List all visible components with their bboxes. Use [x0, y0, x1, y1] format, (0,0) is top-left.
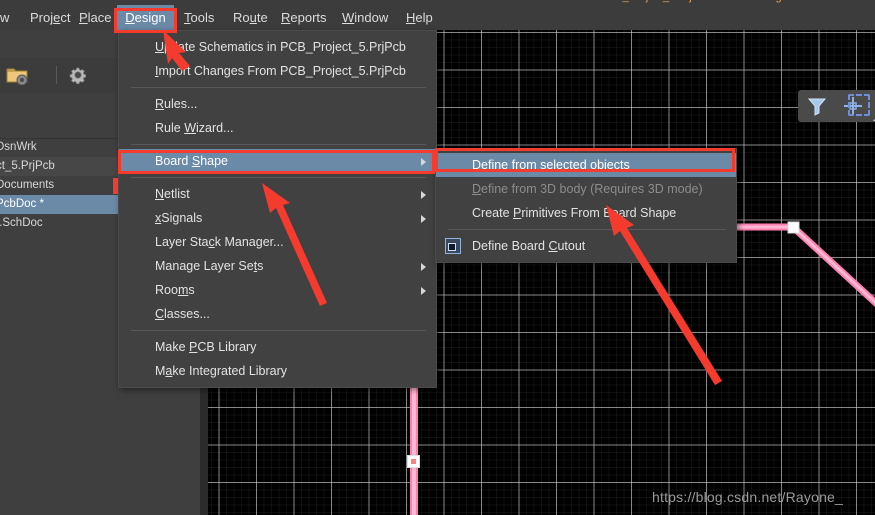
filter-icon[interactable] — [806, 95, 828, 117]
chevron-right-icon — [421, 263, 426, 271]
chevron-right-icon — [421, 191, 426, 199]
annotation-edge-marker — [113, 178, 118, 194]
selection-box-icon[interactable] — [848, 94, 870, 116]
tree-item-dsnwrk[interactable]: DsnWrk — [0, 138, 118, 157]
chevron-right-icon — [421, 158, 426, 166]
menu-separator-4 — [131, 330, 426, 331]
chevron-right-icon — [421, 287, 426, 295]
menu-separator-3 — [131, 177, 426, 178]
menu-item-layer-stack-manager[interactable]: Layer Stack Manager... — [119, 230, 436, 254]
submenu-item-define-from-selected-objects[interactable]: Define from selected objects — [436, 153, 736, 177]
gear-icon[interactable] — [68, 65, 88, 90]
menu-route[interactable]: Route — [227, 5, 274, 30]
design-dropdown-menu: Update Schematics in PCB_Project_5.PrjPc… — [118, 30, 437, 388]
menu-item-netlist[interactable]: Netlist — [119, 182, 436, 206]
menu-reports[interactable]: Reports — [275, 5, 333, 30]
menu-item-import-changes[interactable]: Import Changes From PCB_Project_5.PrjPcb — [119, 59, 436, 83]
chevron-right-icon — [421, 215, 426, 223]
main-menubar: w Project Place Design Tools Route Repor… — [0, 5, 875, 31]
tree-item-pcbdoc[interactable]: PcbDoc * — [0, 195, 118, 214]
watermark-text: https://blog.csdn.net/Rayone_ — [652, 489, 844, 505]
altium-designer-window: PCB_Project_5.PrjPcb - Altium Designer w… — [0, 0, 875, 515]
menu-window[interactable]: Window — [336, 5, 394, 30]
submenu-separator-1 — [448, 229, 726, 230]
menu-place[interactable]: Place — [73, 5, 118, 30]
menu-item-make-pcb-library[interactable]: Make PCB Library — [119, 335, 436, 359]
menu-item-classes[interactable]: Classes... — [119, 302, 436, 326]
menu-separator-2 — [131, 144, 426, 145]
board-shape-submenu: Define from selected objects Define from… — [435, 148, 737, 263]
menu-item-make-integrated-library[interactable]: Make Integrated Library — [119, 359, 436, 383]
menu-item-xsignals[interactable]: xSignals — [119, 206, 436, 230]
submenu-item-define-from-3d-body: Define from 3D body (Requires 3D mode) — [472, 182, 703, 196]
submenu-item-define-board-cutout[interactable]: Define Board Cutout — [436, 234, 736, 258]
tree-item-documents[interactable]: Documents — [0, 176, 118, 195]
project-tree: DsnWrk ct_5.PrjPcb Documents PcbDoc * ].… — [0, 138, 118, 233]
menu-item-update-schematics[interactable]: Update Schematics in PCB_Project_5.PrjPc… — [119, 35, 436, 59]
menu-item-manage-layer-sets[interactable]: Manage Layer Sets — [119, 254, 436, 278]
menu-item-board-shape[interactable]: Board Shape — [119, 149, 436, 173]
menu-help[interactable]: Help — [400, 5, 439, 30]
project-folder-icon[interactable] — [6, 65, 28, 90]
menu-tools[interactable]: Tools — [178, 5, 220, 30]
board-cutout-icon — [445, 238, 461, 254]
toolbar-divider — [56, 66, 57, 84]
pcb-pad-vertical[interactable] — [407, 455, 420, 468]
menu-window-clipped[interactable]: w — [0, 5, 15, 30]
tree-item-prjpcb[interactable]: ct_5.PrjPcb — [0, 157, 118, 176]
menu-project[interactable]: Project — [24, 5, 76, 30]
projects-panel-toolbar — [0, 57, 118, 94]
projects-panel-header-row — [0, 121, 118, 139]
menu-design[interactable]: Design — [117, 5, 174, 30]
menu-item-rules[interactable]: Rules... — [119, 92, 436, 116]
window-title: PCB_Project_5.PrjPcb - Altium Designer — [600, 0, 797, 3]
tree-item-schdoc[interactable]: ].SchDoc — [0, 214, 118, 233]
menu-item-rooms[interactable]: Rooms — [119, 278, 436, 302]
menu-item-rule-wizard[interactable]: Rule Wizard... — [119, 116, 436, 140]
submenu-item-create-primitives-from-board-shape[interactable]: Create Primitives From Board Shape — [436, 201, 736, 225]
projects-panel: DsnWrk ct_5.PrjPcb Documents PcbDoc * ].… — [0, 30, 118, 515]
menu-separator-1 — [131, 87, 426, 88]
projects-panel-filter-row — [0, 93, 118, 122]
